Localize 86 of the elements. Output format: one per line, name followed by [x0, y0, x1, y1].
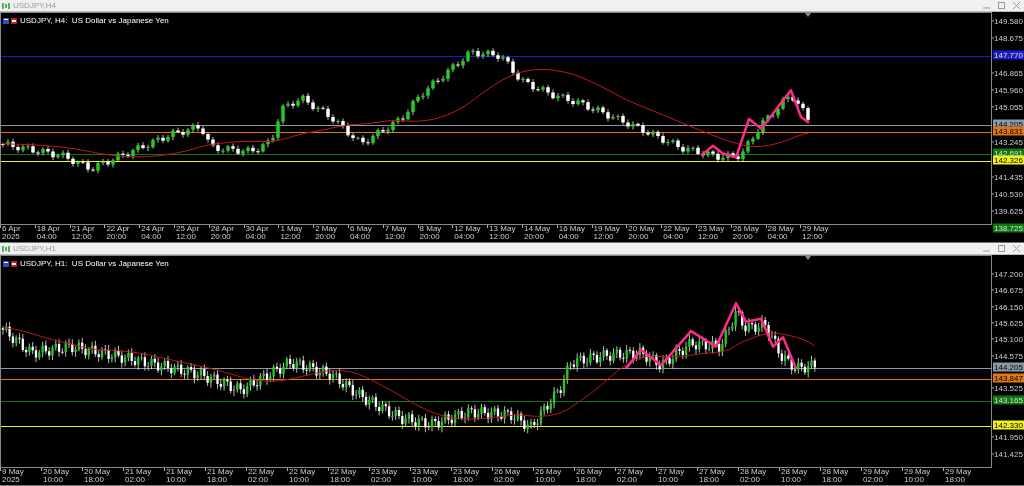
time-label: 21 May 10:00 [166, 468, 194, 484]
time-label: 1 May 12:00 [280, 225, 304, 241]
price-label: 141.425 [994, 449, 1023, 459]
time-label: 26 May 18:00 [576, 468, 604, 484]
time-label: 23 May 12:00 [697, 225, 726, 241]
price-label: 148.675 [994, 33, 1023, 43]
close-icon[interactable] [1013, 2, 1020, 9]
time-label: 20 May 18:00 [84, 468, 112, 484]
time-label: 23 May 18:00 [453, 468, 481, 484]
price-marker: 138.725 [993, 224, 1024, 233]
price-label: 143.245 [994, 137, 1023, 147]
time-label: 2 May 20:00 [315, 225, 338, 241]
price-label: 139.625 [994, 206, 1023, 216]
time-label: 9 May 2025 [2, 468, 25, 484]
time-label: 21 May 18:00 [207, 468, 235, 484]
time-label: 28 May 02:00 [740, 468, 768, 484]
price-label: 146.675 [994, 286, 1023, 295]
price-marker: 142.326 [993, 155, 1024, 165]
maximize-icon[interactable] [998, 245, 1005, 252]
time-label: 29 May 18:00 [945, 468, 973, 484]
price-marker: 142.330 [993, 421, 1024, 430]
time-label: 26 May 10:00 [535, 468, 563, 484]
time-label: 27 May 18:00 [699, 468, 727, 484]
time-label: 20 May 10:00 [43, 468, 71, 484]
time-label: 27 May 02:00 [617, 468, 645, 484]
time-label: 14 May 20:00 [523, 225, 552, 241]
time-label: 20 May 20:00 [628, 225, 656, 241]
time-label: 22 May 04:00 [663, 225, 691, 241]
price-label: 147.200 [994, 269, 1023, 279]
time-label: 22 May 18:00 [330, 468, 358, 484]
time-label: 7 May 12:00 [384, 225, 408, 241]
flag-icon [3, 261, 17, 267]
price-marker: 143.847 [993, 373, 1024, 383]
time-label: 28 May 10:00 [781, 468, 809, 484]
price-marker: 144.205 [993, 362, 1024, 372]
chart-icon [2, 1, 10, 10]
price-label: 145.960 [994, 85, 1023, 95]
chart-icon [2, 244, 10, 253]
price-label: 141.950 [994, 432, 1023, 442]
time-label: 26 May 02:00 [494, 468, 522, 484]
time-label: 29 May 12:00 [802, 225, 830, 241]
price-label: 144.575 [994, 351, 1023, 361]
time-label: 24 Apr 04:00 [141, 225, 166, 241]
time-label: 23 May 10:00 [412, 468, 440, 484]
chart-legend: USDJPY, H1: US Dollar vs Japanese Yen [20, 259, 169, 269]
time-label: 19 May 12:00 [593, 225, 621, 241]
price-label: 143.525 [994, 383, 1023, 393]
time-label: 6 May 04:00 [349, 225, 373, 241]
price-marker: 143.165 [993, 395, 1024, 405]
price-marker: 147.770 [993, 50, 1024, 60]
flag-icon [3, 18, 17, 24]
price-label: 146.150 [994, 302, 1023, 312]
time-label: 26 May 20:00 [732, 225, 760, 241]
chart-legend: USDJPY, H4: US Dollar vs Japanese Yen [20, 16, 169, 26]
time-label: 16 May 04:00 [558, 225, 586, 241]
price-label: 145.100 [994, 334, 1023, 344]
close-icon[interactable] [1013, 245, 1020, 252]
time-label: 29 May 10:00 [904, 468, 932, 484]
price-label: 145.055 [994, 102, 1023, 112]
time-label: 28 Apr 20:00 [210, 225, 235, 241]
time-label: 28 May 04:00 [767, 225, 795, 241]
time-label: 29 May 02:00 [863, 468, 891, 484]
time-label: 13 May 12:00 [489, 225, 517, 241]
time-label: 23 May 02:00 [371, 468, 399, 484]
window-title: USDJPY,H4 [13, 0, 56, 11]
time-label: 30 Apr 04:00 [245, 225, 270, 241]
time-label: 25 Apr 12:00 [176, 225, 201, 241]
window-title: USDJPY,H1 [13, 243, 56, 254]
price-label: 145.625 [994, 318, 1023, 328]
price-label: 146.865 [994, 68, 1023, 78]
time-label: 21 Apr 12:00 [71, 225, 96, 241]
price-label: 141.435 [994, 172, 1023, 182]
time-label: 18 Apr 04:00 [36, 225, 61, 241]
time-label: 22 Apr 20:00 [106, 225, 131, 241]
time-label: 8 May 20:00 [419, 225, 443, 241]
time-label: 21 May 02:00 [125, 468, 153, 484]
time-label: 22 May 02:00 [248, 468, 276, 484]
maximize-icon[interactable] [998, 2, 1005, 9]
time-label: 6 Apr 2025 [2, 225, 22, 241]
time-label: 22 May 10:00 [289, 468, 317, 484]
time-label: 28 May 18:00 [822, 468, 850, 484]
price-label: 140.530 [994, 189, 1023, 199]
time-label: 12 May 04:00 [454, 225, 482, 241]
time-label: 27 May 10:00 [658, 468, 686, 484]
price-marker: 143.831 [993, 126, 1024, 136]
price-label: 149.580 [994, 16, 1023, 26]
